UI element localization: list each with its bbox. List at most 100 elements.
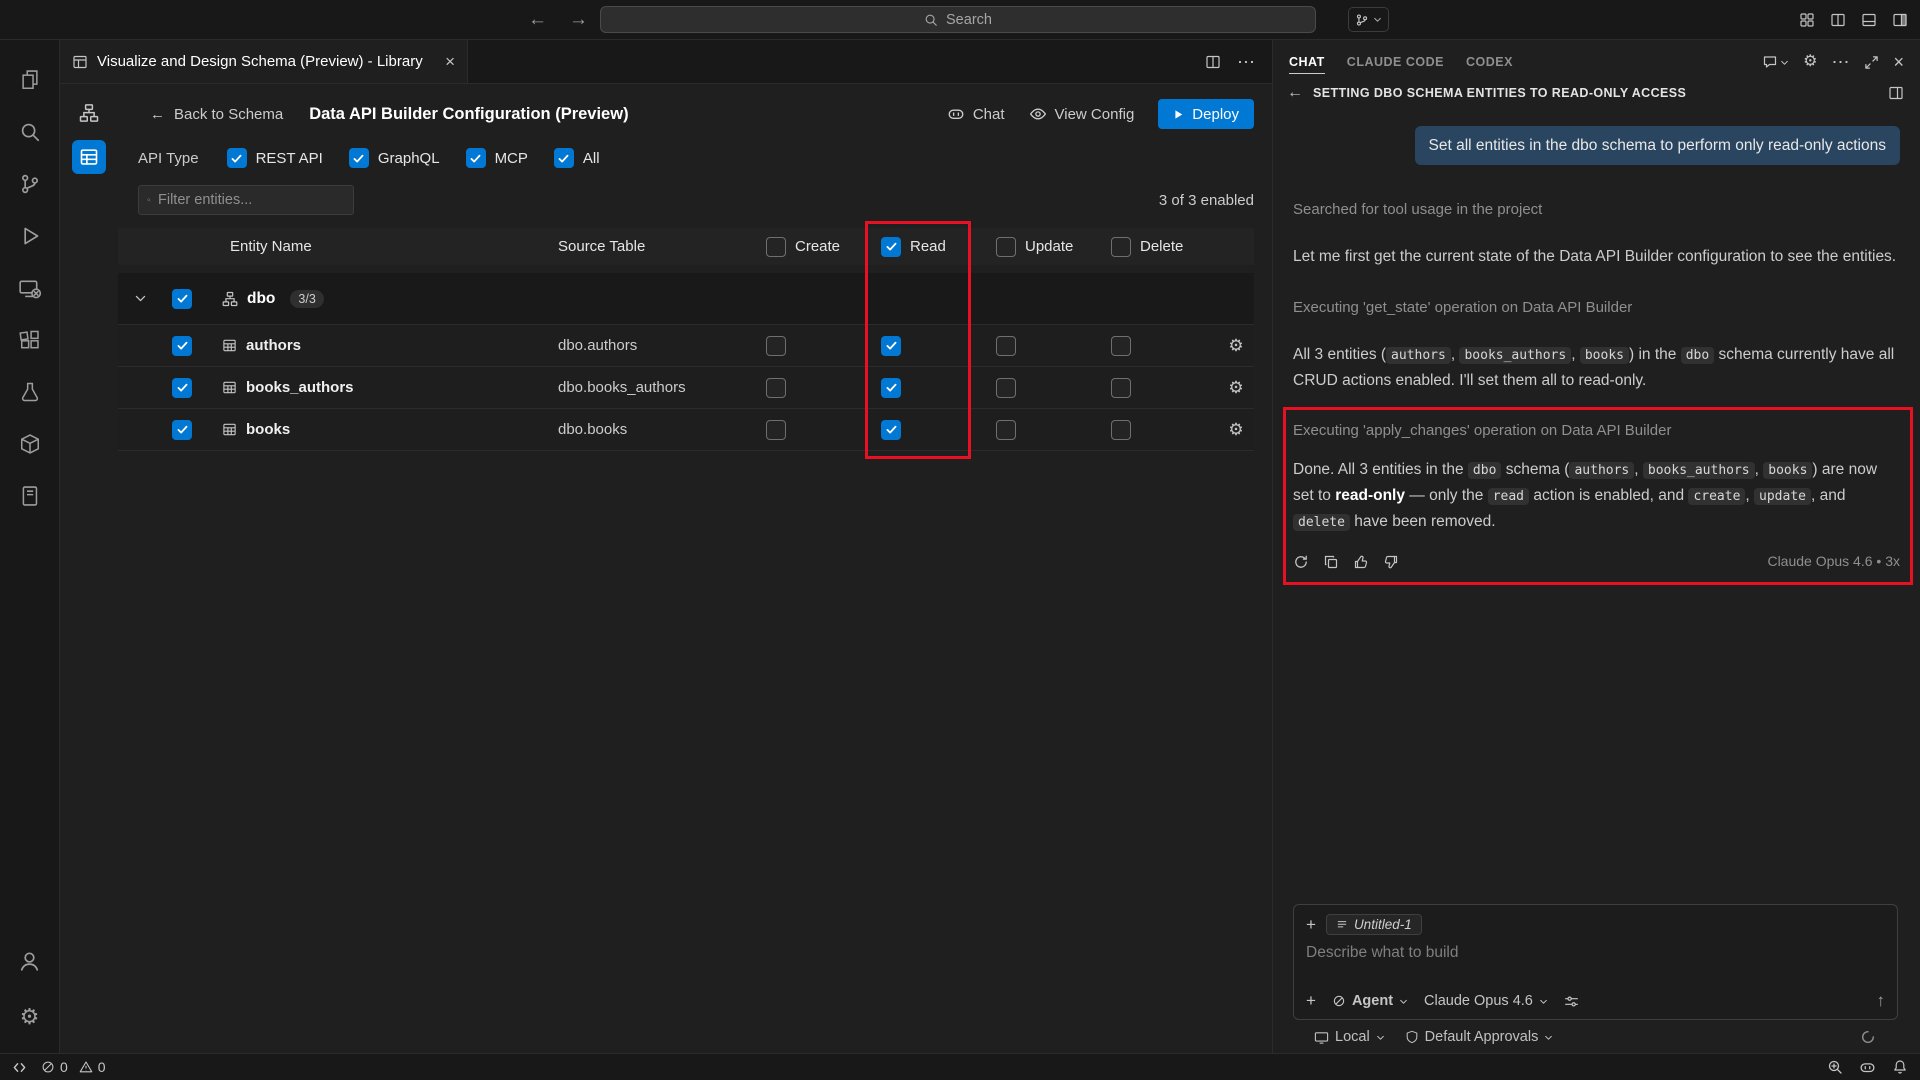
search-input[interactable]: Search: [600, 6, 1316, 33]
sidebar-right-icon[interactable]: [1892, 12, 1908, 28]
new-chat-dropdown[interactable]: [1762, 54, 1789, 70]
approvals-picker[interactable]: Default Approvals: [1405, 1029, 1554, 1045]
assistant-paragraph: Done. All 3 entities in the dbo schema (…: [1293, 457, 1900, 535]
read-checkbox[interactable]: [881, 378, 901, 398]
deploy-button[interactable]: Deploy: [1158, 99, 1254, 129]
update-checkbox[interactable]: [996, 420, 1016, 440]
api-type-rest[interactable]: REST API: [227, 148, 323, 168]
create-checkbox[interactable]: [766, 336, 786, 356]
entity-settings-gear-icon[interactable]: ⚙: [1228, 379, 1243, 396]
create-checkbox[interactable]: [766, 420, 786, 440]
tab-chat[interactable]: CHAT: [1289, 51, 1325, 74]
explorer-icon[interactable]: [6, 54, 54, 106]
read-checkbox[interactable]: [881, 420, 901, 440]
row-checkbox[interactable]: [172, 336, 192, 356]
source-control-icon[interactable]: [6, 158, 54, 210]
chat-more-actions-icon[interactable]: ⋯: [1831, 53, 1850, 71]
split-editor-icon[interactable]: [1205, 54, 1221, 70]
rest-api-checkbox[interactable]: [227, 148, 247, 168]
run-debug-icon[interactable]: [6, 210, 54, 262]
add-context-icon[interactable]: +: [1306, 915, 1316, 935]
more-actions-icon[interactable]: ⋯: [1237, 53, 1256, 71]
nav-forward-icon[interactable]: →: [569, 9, 588, 31]
attachment-chip[interactable]: Untitled-1: [1326, 914, 1422, 935]
maximize-icon[interactable]: [1864, 55, 1879, 70]
notebook-icon[interactable]: [6, 470, 54, 522]
branch-dropdown-button[interactable]: [1348, 7, 1389, 32]
panel-bottom-icon[interactable]: [1861, 12, 1877, 28]
chat-prompt-input[interactable]: [1306, 944, 1885, 962]
create-checkbox[interactable]: [766, 378, 786, 398]
view-config-button[interactable]: View Config: [1029, 105, 1135, 123]
graphql-checkbox[interactable]: [349, 148, 369, 168]
delete-checkbox[interactable]: [1111, 420, 1131, 440]
filter-entities-field[interactable]: [138, 185, 354, 215]
package-icon[interactable]: [6, 418, 54, 470]
play-icon: [1173, 109, 1184, 120]
extensions-icon[interactable]: [6, 314, 54, 366]
api-type-mcp[interactable]: MCP: [466, 148, 528, 168]
settings-gear-icon[interactable]: ⚙: [6, 991, 54, 1043]
read-all-checkbox[interactable]: [881, 237, 901, 257]
nav-back-icon[interactable]: ←: [528, 9, 547, 31]
thumbs-up-icon[interactable]: [1353, 554, 1369, 570]
attach-icon[interactable]: +: [1306, 991, 1316, 1011]
copilot-status-icon[interactable]: [1859, 1059, 1876, 1076]
tab-close-icon[interactable]: ×: [445, 52, 455, 72]
all-checkbox[interactable]: [554, 148, 574, 168]
rerun-icon[interactable]: [1293, 554, 1309, 570]
delete-all-checkbox[interactable]: [1111, 237, 1131, 257]
tab-claude-code[interactable]: CLAUDE CODE: [1347, 51, 1444, 73]
read-checkbox[interactable]: [881, 336, 901, 356]
table-row[interactable]: books_authors dbo.books_authors ⚙: [118, 367, 1254, 409]
update-checkbox[interactable]: [996, 378, 1016, 398]
thumbs-down-icon[interactable]: [1383, 554, 1399, 570]
split-editor-icon[interactable]: [1830, 12, 1846, 28]
mode-picker[interactable]: Agent: [1332, 993, 1408, 1009]
chat-settings-gear-icon[interactable]: ⚙: [1803, 54, 1817, 70]
session-progress-icon[interactable]: [1860, 1029, 1876, 1045]
chat-close-icon[interactable]: ×: [1893, 52, 1904, 73]
entity-settings-gear-icon[interactable]: ⚙: [1228, 337, 1243, 354]
row-checkbox[interactable]: [172, 378, 192, 398]
notifications-bell-icon[interactable]: [1892, 1059, 1908, 1075]
chat-back-icon[interactable]: ←: [1287, 84, 1303, 102]
tab-codex[interactable]: CODEX: [1466, 51, 1513, 73]
problems-indicator[interactable]: 0 0: [41, 1059, 106, 1075]
testing-icon[interactable]: [6, 366, 54, 418]
search-sidebar-icon[interactable]: [6, 106, 54, 158]
update-checkbox[interactable]: [996, 336, 1016, 356]
collapse-chevron-icon[interactable]: [118, 292, 162, 305]
open-in-editor-icon[interactable]: [1888, 85, 1904, 101]
table-row[interactable]: books dbo.books ⚙: [118, 409, 1254, 451]
schema-diagram-view-icon[interactable]: [72, 96, 106, 130]
model-picker[interactable]: Claude Opus 4.6: [1424, 993, 1548, 1009]
dbo-group-checkbox[interactable]: [172, 289, 192, 309]
tab-visualize-schema[interactable]: Visualize and Design Schema (Preview) - …: [60, 40, 468, 83]
layout-grid-icon[interactable]: [1799, 12, 1815, 28]
delete-checkbox[interactable]: [1111, 378, 1131, 398]
chat-button[interactable]: Chat: [947, 105, 1005, 123]
update-all-checkbox[interactable]: [996, 237, 1016, 257]
schema-group-row[interactable]: dbo 3/3: [118, 273, 1254, 325]
delete-checkbox[interactable]: [1111, 336, 1131, 356]
zoom-in-icon[interactable]: [1827, 1059, 1843, 1075]
back-to-schema-button[interactable]: ← Back to Schema: [150, 106, 283, 123]
accounts-icon[interactable]: [6, 935, 54, 987]
table-row[interactable]: authors dbo.authors ⚙: [118, 325, 1254, 367]
chat-input-box[interactable]: + Untitled-1 + Agent Claude Opus: [1293, 904, 1898, 1020]
mcp-checkbox[interactable]: [466, 148, 486, 168]
api-builder-view-icon[interactable]: [72, 140, 106, 174]
api-type-all[interactable]: All: [554, 148, 600, 168]
copy-icon[interactable]: [1323, 554, 1339, 570]
api-type-graphql[interactable]: GraphQL: [349, 148, 440, 168]
row-checkbox[interactable]: [172, 420, 192, 440]
remote-indicator-icon[interactable]: [12, 1060, 27, 1075]
send-icon[interactable]: ↑: [1877, 991, 1886, 1011]
tools-sliders-icon[interactable]: [1564, 994, 1579, 1009]
remote-window-icon[interactable]: [6, 262, 54, 314]
filter-entities-input[interactable]: [158, 192, 345, 208]
entity-settings-gear-icon[interactable]: ⚙: [1228, 421, 1243, 438]
create-all-checkbox[interactable]: [766, 237, 786, 257]
environment-picker[interactable]: Local: [1314, 1029, 1385, 1045]
